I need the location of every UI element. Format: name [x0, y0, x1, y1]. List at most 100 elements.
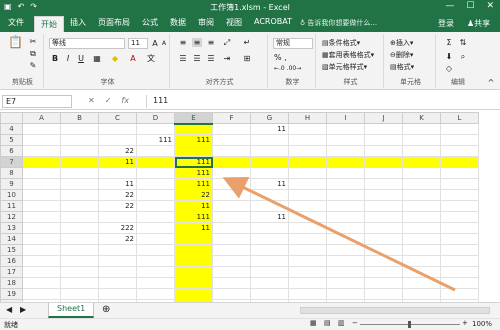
tab-review[interactable]: 审阅	[198, 17, 214, 28]
cell-l8[interactable]	[440, 167, 479, 179]
orientation-icon[interactable]: ⤢	[222, 38, 232, 47]
tab-data[interactable]: 数据	[170, 17, 186, 28]
cell-h6[interactable]	[288, 145, 327, 157]
cell-k12[interactable]	[402, 211, 441, 223]
cell-g6[interactable]	[250, 145, 289, 157]
cell-a7[interactable]	[22, 156, 61, 168]
cell-c17[interactable]	[98, 266, 137, 278]
cell-b12[interactable]	[60, 211, 99, 223]
wrap-text-icon[interactable]: ↵	[242, 38, 252, 47]
cell-f12[interactable]	[212, 211, 251, 223]
cell-f19[interactable]	[212, 288, 251, 300]
cell-k17[interactable]	[402, 266, 441, 278]
login-link[interactable]: 登录	[438, 18, 454, 29]
cell-k4[interactable]	[402, 123, 441, 135]
cell-j12[interactable]	[364, 211, 403, 223]
cell-a4[interactable]	[22, 123, 61, 135]
column-header-f[interactable]: F	[212, 112, 251, 124]
cell-c14[interactable]: 22	[98, 233, 137, 245]
cell-j19[interactable]	[364, 288, 403, 300]
font-name-select[interactable]: 等线	[49, 38, 125, 49]
find-icon[interactable]: ⌕	[458, 52, 468, 61]
align-bottom-icon[interactable]: ≡	[206, 38, 216, 47]
cell-j15[interactable]	[364, 244, 403, 256]
row-header[interactable]: 17	[0, 266, 23, 278]
cell-k19[interactable]	[402, 288, 441, 300]
format-cells-button[interactable]: ▤格式▾	[390, 62, 414, 72]
insert-cells-button[interactable]: ⊕插入▾	[390, 38, 413, 48]
cell-j14[interactable]	[364, 233, 403, 245]
column-header-e[interactable]: E	[174, 112, 213, 125]
cell-e13[interactable]: 11	[174, 222, 213, 234]
cell-k16[interactable]	[402, 255, 441, 267]
row-header[interactable]: 10	[0, 189, 23, 201]
cell-j16[interactable]	[364, 255, 403, 267]
row-header[interactable]: 15	[0, 244, 23, 256]
font-color-icon[interactable]: A	[128, 54, 138, 63]
cell-l4[interactable]	[440, 123, 479, 135]
cell-g11[interactable]	[250, 200, 289, 212]
cell-h19[interactable]	[288, 288, 327, 300]
cell-k7[interactable]	[402, 156, 441, 168]
cell-j4[interactable]	[364, 123, 403, 135]
normal-view-icon[interactable]: ▦	[310, 319, 317, 327]
insert-function-icon[interactable]: fx	[121, 96, 129, 105]
cell-i17[interactable]	[326, 266, 365, 278]
cell-b4[interactable]	[60, 123, 99, 135]
cell-h14[interactable]	[288, 233, 327, 245]
cell-styles-button[interactable]: ▧单元格样式▾	[322, 62, 367, 72]
cell-c4[interactable]	[98, 123, 137, 135]
cell-e10[interactable]: 22	[174, 189, 213, 201]
cell-h18[interactable]	[288, 277, 327, 289]
cell-d14[interactable]	[136, 233, 175, 245]
cell-k9[interactable]	[402, 178, 441, 190]
indent-icon[interactable]: ⇥	[222, 54, 232, 63]
row-header[interactable]: 9	[0, 178, 23, 190]
cell-l15[interactable]	[440, 244, 479, 256]
cell-f6[interactable]	[212, 145, 251, 157]
cell-d19[interactable]	[136, 288, 175, 300]
cell-e8[interactable]: 111	[174, 167, 213, 179]
cell-i5[interactable]	[326, 134, 365, 146]
row-header[interactable]: 13	[0, 222, 23, 234]
cell-d15[interactable]	[136, 244, 175, 256]
cell-h12[interactable]	[288, 211, 327, 223]
cell-e9[interactable]: 111	[174, 178, 213, 190]
cell-e4[interactable]	[174, 123, 213, 135]
cell-g15[interactable]	[250, 244, 289, 256]
cell-c6[interactable]: 22	[98, 145, 137, 157]
tab-home[interactable]: 开始	[34, 16, 64, 32]
name-box[interactable]: E7	[2, 95, 72, 108]
share-button[interactable]: ♟共享	[467, 18, 490, 29]
row-header[interactable]: 12	[0, 211, 23, 223]
cell-j11[interactable]	[364, 200, 403, 212]
cell-g12[interactable]: 11	[250, 211, 289, 223]
column-header-c[interactable]: C	[98, 112, 137, 124]
cell-table[interactable]: A B C D E F G H I J K L 4 11 5 111 111 6 22 7 11 111 8 111 9 11 11…	[0, 112, 479, 302]
cell-h7[interactable]	[288, 156, 327, 168]
cell-d12[interactable]	[136, 211, 175, 223]
cell-j5[interactable]	[364, 134, 403, 146]
cell-c13[interactable]: 222	[98, 222, 137, 234]
sheet-tab[interactable]: Sheet1	[48, 303, 95, 318]
cell-e5[interactable]: 111	[174, 134, 213, 146]
cell-h4[interactable]	[288, 123, 327, 135]
cell-c9[interactable]: 11	[98, 178, 137, 190]
cell-l19[interactable]	[440, 288, 479, 300]
cell-f15[interactable]	[212, 244, 251, 256]
cell-h15[interactable]	[288, 244, 327, 256]
column-header-b[interactable]: B	[60, 112, 99, 124]
select-all-corner[interactable]	[0, 112, 23, 124]
horizontal-scrollbar[interactable]	[300, 307, 490, 314]
italic-icon[interactable]: I	[63, 54, 73, 63]
row-header[interactable]: 5	[0, 134, 23, 146]
cell-j13[interactable]	[364, 222, 403, 234]
percent-comma-icons[interactable]: % ,	[274, 53, 314, 62]
merge-cells-icon[interactable]: ⊞	[242, 54, 252, 63]
page-break-icon[interactable]: ▥	[338, 319, 345, 327]
cell-e12[interactable]: 111	[174, 211, 213, 223]
delete-cells-button[interactable]: ⊖删除▾	[390, 50, 413, 60]
cell-g19[interactable]	[250, 288, 289, 300]
cell-b5[interactable]	[60, 134, 99, 146]
cell-h10[interactable]	[288, 189, 327, 201]
